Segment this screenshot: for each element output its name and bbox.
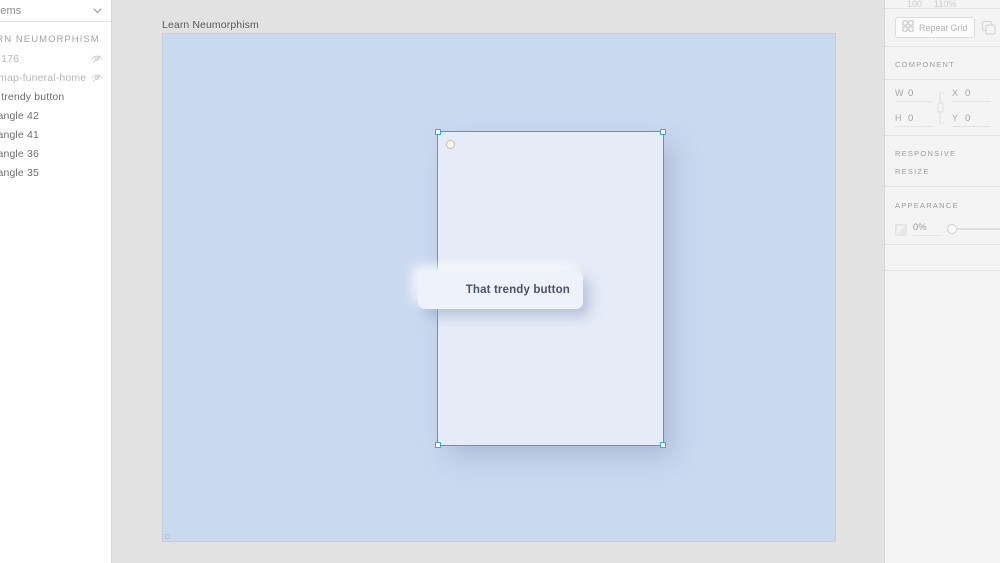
list-item[interactable]: ctangle 41 bbox=[0, 125, 111, 144]
clipped-toolbar-row: 100 110% bbox=[885, 0, 1000, 9]
list-item[interactable]: ctangle 35 bbox=[0, 163, 111, 182]
panel-divider bbox=[885, 245, 1000, 271]
layer-name: at trendy button bbox=[0, 90, 65, 103]
repeat-grid-section: Repeat Grid bbox=[885, 9, 1000, 47]
layer-name: n map-funeral-home bbox=[0, 71, 87, 84]
eye-off-icon[interactable] bbox=[91, 53, 103, 65]
layer-name: ctangle 35 bbox=[0, 166, 39, 179]
artboard-corner-marker bbox=[165, 534, 170, 539]
list-item[interactable]: ctangle 42 bbox=[0, 106, 111, 125]
clipped-label-zoom: 100 bbox=[907, 0, 923, 9]
chevron-down-icon[interactable] bbox=[92, 5, 103, 16]
opacity-icon bbox=[895, 223, 907, 236]
opacity-slider[interactable] bbox=[947, 223, 1000, 235]
layer-name: ctangle 41 bbox=[0, 128, 39, 141]
slider-thumb[interactable] bbox=[947, 224, 957, 234]
list-item[interactable]: n map-funeral-home bbox=[0, 68, 111, 87]
repeat-grid-icon bbox=[902, 19, 914, 37]
layer-name: ctangle 36 bbox=[0, 147, 39, 160]
artboard-label[interactable]: Learn Neumorphism bbox=[162, 19, 259, 31]
list-item[interactable]: th 176 bbox=[0, 49, 111, 68]
clipped-label-percent: 110% bbox=[934, 0, 957, 9]
section-title: APPEARANCE bbox=[895, 201, 959, 210]
x-value: 0 bbox=[965, 88, 971, 99]
eye-off-icon[interactable] bbox=[91, 72, 103, 84]
link-aspect-ratio-icon[interactable] bbox=[937, 88, 948, 127]
x-field[interactable]: X 0 bbox=[952, 88, 990, 102]
component-dimensions-section: W 0 X 0 H 0 Y 0 bbox=[885, 80, 1000, 136]
repeat-grid-label: Repeat Grid bbox=[919, 22, 968, 33]
x-key: X bbox=[952, 88, 959, 98]
layer-name: ctangle 42 bbox=[0, 109, 39, 122]
design-canvas[interactable]: Learn Neumorphism That trendy button bbox=[112, 0, 884, 563]
artboard[interactable]: That trendy button bbox=[162, 33, 836, 542]
y-field[interactable]: Y 0 bbox=[952, 113, 990, 127]
list-item[interactable]: ctangle 36 bbox=[0, 144, 111, 163]
list-item[interactable]: at trendy button bbox=[0, 87, 111, 106]
height-field[interactable]: H 0 bbox=[895, 113, 933, 127]
width-field[interactable]: W 0 bbox=[895, 88, 933, 102]
property-inspector-panel: 100 110% Repeat Grid COMPONENT W 0 X 0 H… bbox=[884, 0, 1000, 563]
list-item[interactable]: ARN NEUMORPHISM bbox=[0, 30, 111, 49]
sidebar-header[interactable]: Items bbox=[0, 0, 111, 22]
section-title: COMPONENT bbox=[895, 60, 955, 69]
layer-name: ARN NEUMORPHISM bbox=[0, 34, 100, 45]
component-section-header: COMPONENT bbox=[885, 47, 1000, 80]
repeat-grid-button[interactable]: Repeat Grid bbox=[895, 17, 975, 38]
trendy-button[interactable]: That trendy button bbox=[418, 271, 583, 309]
design-tool-window: Items ARN NEUMORPHISM th 176 bbox=[0, 0, 1000, 563]
trendy-button-label: That trendy button bbox=[465, 284, 570, 296]
height-key: H bbox=[895, 113, 902, 123]
layers-list: ARN NEUMORPHISM th 176 n map-funeral-hom… bbox=[0, 22, 111, 182]
width-value: 0 bbox=[908, 88, 914, 99]
layer-name: th 176 bbox=[0, 52, 20, 65]
y-key: Y bbox=[952, 113, 959, 123]
height-value: 0 bbox=[908, 113, 914, 124]
sidebar-header-title: Items bbox=[0, 4, 22, 17]
stack-component-icon[interactable] bbox=[981, 20, 997, 36]
responsive-resize-section[interactable]: RESPONSIVE RESIZE bbox=[885, 136, 1000, 187]
section-title: RESPONSIVE RESIZE bbox=[895, 149, 957, 176]
y-value: 0 bbox=[965, 113, 971, 124]
opacity-value[interactable]: 0% bbox=[913, 222, 941, 236]
appearance-section: APPEARANCE 0% bbox=[885, 187, 1000, 245]
width-key: W bbox=[895, 88, 904, 98]
layers-sidebar: Items ARN NEUMORPHISM th 176 bbox=[0, 0, 112, 563]
